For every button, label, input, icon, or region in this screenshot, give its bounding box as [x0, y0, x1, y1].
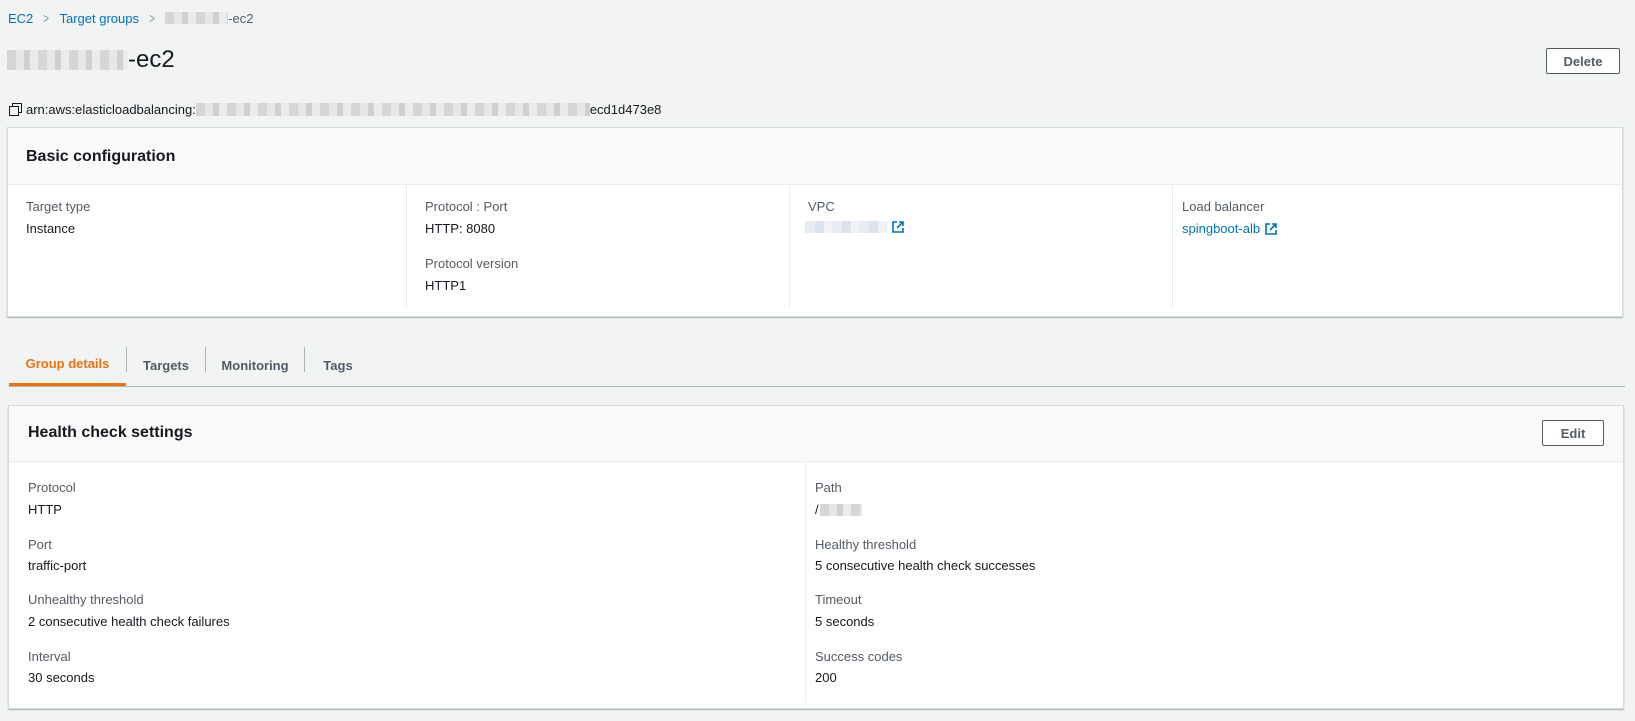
success-codes-value: 200	[815, 670, 837, 685]
redacted-text	[7, 50, 128, 70]
protocol-version-value: HTTP1	[425, 278, 467, 293]
arn-prefix: arn:aws:elasticloadbalancing:	[26, 101, 196, 117]
delete-button[interactable]: Delete	[1546, 48, 1620, 74]
healthy-threshold-label: Healthy threshold	[815, 537, 917, 552]
unhealthy-threshold-value: 2 consecutive health check failures	[28, 614, 230, 629]
tab-tags[interactable]: Tags	[305, 344, 371, 386]
vpc-value[interactable]	[805, 221, 904, 233]
panel-header: Health check settings Edit	[9, 406, 1623, 462]
chevron-right-icon: >	[43, 10, 50, 26]
path-value: /	[815, 502, 862, 517]
path-label: Path	[815, 480, 842, 495]
arn-row: arn:aws:elasticloadbalancing: ecd1d473e8	[9, 100, 661, 118]
timeout-value: 5 seconds	[815, 614, 875, 629]
redacted-text	[819, 503, 862, 516]
panel-title: Health check settings	[28, 424, 193, 441]
path-prefix: /	[815, 502, 819, 517]
load-balancer-column: Load balancer spingboot-alb	[1172, 184, 1623, 307]
edit-button[interactable]: Edit	[1542, 420, 1604, 446]
redacted-text	[805, 221, 887, 233]
health-check-settings-panel: Health check settings Edit Protocol HTTP…	[8, 405, 1624, 709]
vpc-label: VPC	[808, 199, 835, 214]
vpc-column: VPC	[789, 184, 1173, 307]
tab-targets[interactable]: Targets	[127, 344, 205, 386]
tab-bar: Group details Targets Monitoring Tags	[9, 344, 1625, 387]
external-link-icon	[892, 221, 904, 233]
breadcrumb-current: -ec2	[165, 11, 253, 26]
breadcrumb: EC2 > Target groups > -ec2	[8, 9, 253, 27]
page-title-suffix: -ec2	[128, 46, 175, 73]
health-right-column: Path / Healthy threshold 5 consecutive h…	[805, 462, 1624, 702]
load-balancer-link[interactable]: spingboot-alb	[1182, 221, 1277, 236]
breadcrumb-target-groups[interactable]: Target groups	[59, 11, 139, 26]
redacted-text	[195, 102, 590, 116]
protocol-column: Protocol : Port HTTP: 8080 Protocol vers…	[406, 184, 790, 307]
protocol-label: Protocol	[28, 480, 76, 495]
chevron-right-icon: >	[149, 10, 155, 26]
breadcrumb-current-suffix: -ec2	[228, 10, 254, 26]
protocol-port-value: HTTP: 8080	[425, 221, 496, 236]
port-label: Port	[28, 537, 52, 552]
load-balancer-value[interactable]: spingboot-alb	[1182, 221, 1260, 236]
copy-icon[interactable]	[9, 102, 22, 116]
protocol-version-label: Protocol version	[425, 256, 519, 271]
port-value: traffic-port	[28, 558, 87, 573]
health-left-column: Protocol HTTP Port traffic-port Unhealth…	[9, 462, 805, 702]
target-type-column: Target type Instance	[8, 184, 406, 307]
arn-suffix: ecd1d473e8	[589, 101, 662, 117]
basic-configuration-panel: Basic configuration Target type Instance…	[7, 127, 1623, 317]
tab-group-details[interactable]: Group details	[9, 344, 126, 386]
target-type-label: Target type	[26, 199, 91, 214]
redacted-text	[165, 12, 229, 24]
healthy-threshold-value: 5 consecutive health check successes	[815, 558, 1036, 573]
breadcrumb-ec2[interactable]: EC2	[8, 11, 33, 26]
timeout-label: Timeout	[815, 592, 862, 607]
panel-title: Basic configuration	[26, 148, 176, 165]
page-title: -ec2	[7, 44, 175, 76]
interval-label: Interval	[28, 649, 71, 664]
protocol-value: HTTP	[28, 502, 62, 517]
unhealthy-threshold-label: Unhealthy threshold	[28, 592, 144, 607]
panel-header: Basic configuration	[8, 128, 1622, 185]
interval-value: 30 seconds	[28, 670, 95, 685]
success-codes-label: Success codes	[815, 649, 903, 664]
external-link-icon	[1265, 222, 1277, 235]
tab-monitoring[interactable]: Monitoring	[206, 344, 304, 386]
load-balancer-label: Load balancer	[1182, 199, 1265, 214]
target-type-value: Instance	[26, 221, 76, 236]
protocol-port-label: Protocol : Port	[425, 199, 508, 214]
